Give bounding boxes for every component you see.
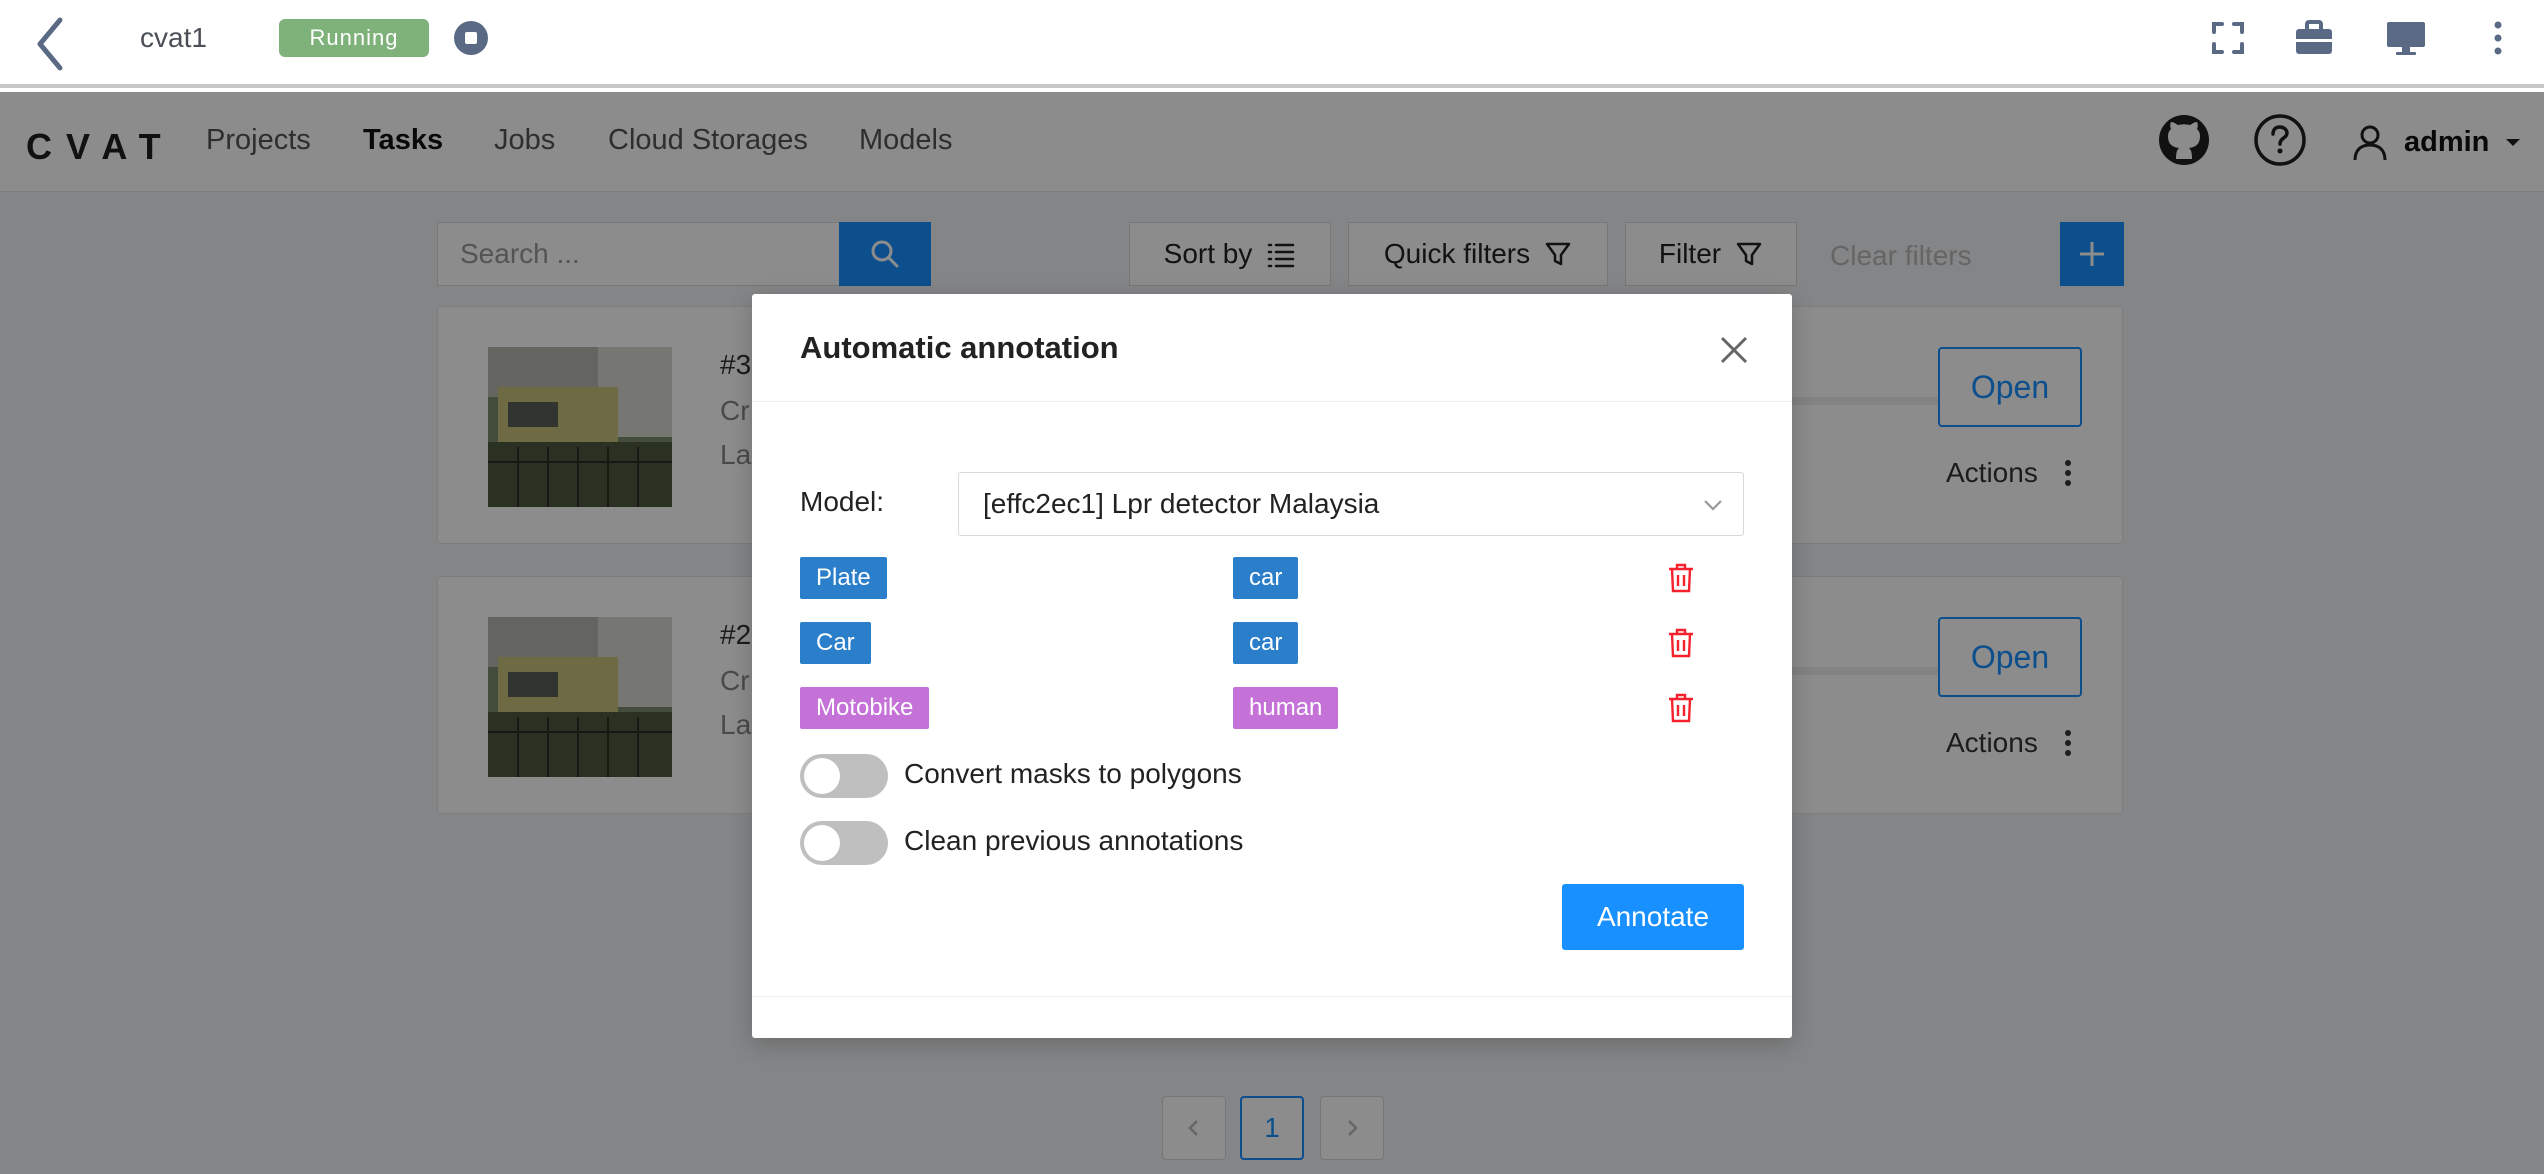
convert-masks-toggle[interactable] bbox=[800, 754, 888, 798]
stop-icon[interactable] bbox=[453, 20, 489, 56]
model-label-tag: Plate bbox=[800, 557, 887, 599]
dialog-title: Automatic annotation bbox=[800, 330, 1119, 365]
dialog-footer-divider bbox=[752, 996, 1792, 997]
task-label-tag: car bbox=[1233, 622, 1299, 664]
task-label-tag: human bbox=[1233, 687, 1339, 729]
model-label: Model: bbox=[800, 486, 885, 517]
vm-name: cvat1 bbox=[140, 22, 207, 53]
delete-icon[interactable] bbox=[1666, 627, 1696, 659]
model-label-tag: Car bbox=[800, 622, 871, 664]
vm-status-badge: Running bbox=[279, 19, 429, 57]
model-select-value: [effc2ec1] Lpr detector Malaysia bbox=[983, 488, 1380, 519]
monitor-icon[interactable] bbox=[2384, 16, 2428, 60]
clean-previous-label: Clean previous annotations bbox=[904, 825, 1244, 856]
clean-previous-toggle[interactable] bbox=[800, 821, 888, 865]
chevron-down-icon bbox=[1704, 500, 1722, 511]
host-toolbar: cvat1 Running bbox=[0, 0, 2544, 88]
convert-masks-label: Convert masks to polygons bbox=[904, 758, 1242, 789]
model-select[interactable]: [effc2ec1] Lpr detector Malaysia bbox=[958, 472, 1744, 536]
model-label-tag: Motobike bbox=[800, 687, 930, 729]
automatic-annotation-dialog: Automatic annotation Model: [effc2ec1] L… bbox=[752, 294, 1792, 1038]
close-icon[interactable] bbox=[1716, 332, 1752, 368]
fullscreen-icon[interactable] bbox=[2206, 16, 2250, 60]
back-arrow-icon[interactable] bbox=[30, 14, 70, 74]
annotate-button[interactable]: Annotate bbox=[1562, 884, 1744, 950]
dialog-header: Automatic annotation bbox=[752, 294, 1792, 402]
toolbox-icon[interactable] bbox=[2292, 16, 2336, 60]
more-vertical-icon[interactable] bbox=[2476, 16, 2520, 60]
task-label-tag: car bbox=[1233, 557, 1299, 599]
delete-icon[interactable] bbox=[1666, 562, 1696, 594]
delete-icon[interactable] bbox=[1666, 692, 1696, 724]
